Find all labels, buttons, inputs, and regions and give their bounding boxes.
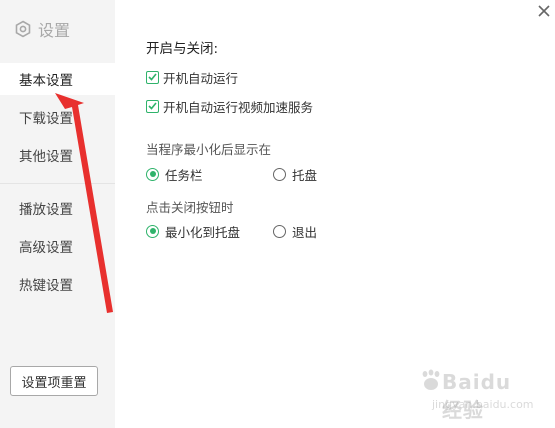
sidebar: 设置 基本设置 下载设置 其他设置 播放设置 高级设置 热键设置 设置项重置 (0, 0, 115, 428)
sidebar-item-label: 下载设置 (19, 111, 73, 127)
section-title-startup: 开启与关闭: (146, 41, 219, 57)
radio-label: 任务栏 (165, 167, 203, 183)
close-minimize-to-tray-radio[interactable]: 最小化到托盘 (146, 222, 240, 240)
sidebar-item-basic[interactable]: 基本设置 (0, 63, 115, 95)
checkbox-box (146, 99, 159, 113)
autostart-checkbox[interactable]: 开机自动运行 (146, 68, 238, 86)
settings-hexagon-icon (14, 20, 32, 38)
check-icon (148, 102, 157, 110)
reset-settings-button[interactable]: 设置项重置 (10, 366, 98, 396)
watermark-main-text: Baidu 经验 (442, 370, 512, 422)
minimize-to-taskbar-radio[interactable]: 任务栏 (146, 165, 203, 183)
sidebar-item-download[interactable]: 下载设置 (0, 101, 115, 133)
sidebar-divider (0, 183, 115, 184)
paw-logo-icon (422, 369, 440, 390)
watermark-sub-text: jingyan.baidu.com (432, 398, 534, 411)
sidebar-item-advanced[interactable]: 高级设置 (0, 230, 115, 262)
close-button[interactable] (536, 3, 552, 19)
radio-indicator (273, 167, 286, 181)
radio-indicator (146, 224, 159, 238)
checkbox-label: 开机自动运行视频加速服务 (163, 99, 314, 115)
radio-label: 托盘 (292, 167, 318, 183)
close-exit-radio[interactable]: 退出 (273, 222, 317, 240)
checkbox-label: 开机自动运行 (163, 70, 239, 86)
sidebar-item-label: 热键设置 (19, 278, 73, 294)
radio-indicator (273, 224, 286, 238)
sidebar-item-playback[interactable]: 播放设置 (0, 192, 115, 224)
radio-indicator (146, 167, 159, 181)
baidu-jingyan-watermark: Baidu 经验 jingyan.baidu.com (418, 368, 538, 422)
radio-label: 最小化到托盘 (165, 224, 241, 240)
close-icon (536, 4, 552, 23)
sidebar-item-other[interactable]: 其他设置 (0, 139, 115, 171)
radio-label: 退出 (292, 224, 318, 240)
minimize-to-tray-radio[interactable]: 托盘 (273, 165, 317, 183)
sidebar-title-label: 设置 (38, 21, 71, 40)
close-group-title: 点击关闭按钮时 (146, 200, 234, 215)
sidebar-title: 设置 (14, 17, 70, 41)
minimize-group-title: 当程序最小化后显示在 (146, 142, 272, 157)
autostart-accel-service-checkbox[interactable]: 开机自动运行视频加速服务 (146, 97, 313, 115)
checkbox-box (146, 70, 159, 84)
sidebar-item-label: 播放设置 (19, 202, 73, 218)
sidebar-item-hotkeys[interactable]: 热键设置 (0, 268, 115, 300)
sidebar-item-label: 高级设置 (19, 240, 73, 256)
sidebar-item-label: 基本设置 (19, 73, 73, 89)
sidebar-item-label: 其他设置 (19, 149, 73, 165)
check-icon (148, 73, 157, 81)
